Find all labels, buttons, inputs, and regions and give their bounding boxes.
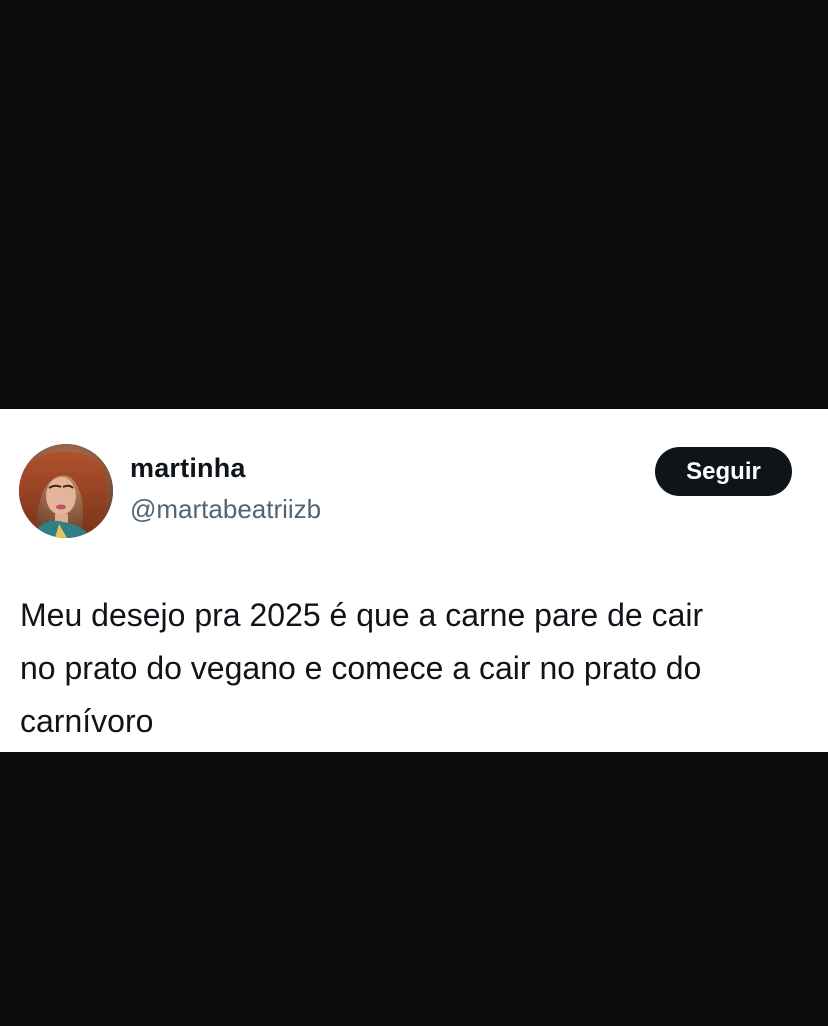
profile-photo-icon [19, 444, 113, 538]
bottom-black-area [0, 752, 828, 1026]
tweet-text-line: Meu desejo pra 2025 é que a carne pare d… [20, 597, 704, 633]
avatar[interactable] [19, 444, 113, 538]
follow-button[interactable]: Seguir [655, 447, 792, 496]
tweet-text-line: carnívoro [20, 703, 154, 739]
tweet-card: martinha @martabeatriizb Seguir Meu dese… [0, 409, 828, 752]
tweet-text: Meu desejo pra 2025 é que a carne pare d… [20, 589, 810, 748]
tweet-text-line: no prato do vegano e comece a cair no pr… [20, 650, 702, 686]
top-black-area [0, 0, 828, 409]
user-handle[interactable]: @martabeatriizb [130, 494, 321, 525]
display-name[interactable]: martinha [130, 453, 246, 484]
